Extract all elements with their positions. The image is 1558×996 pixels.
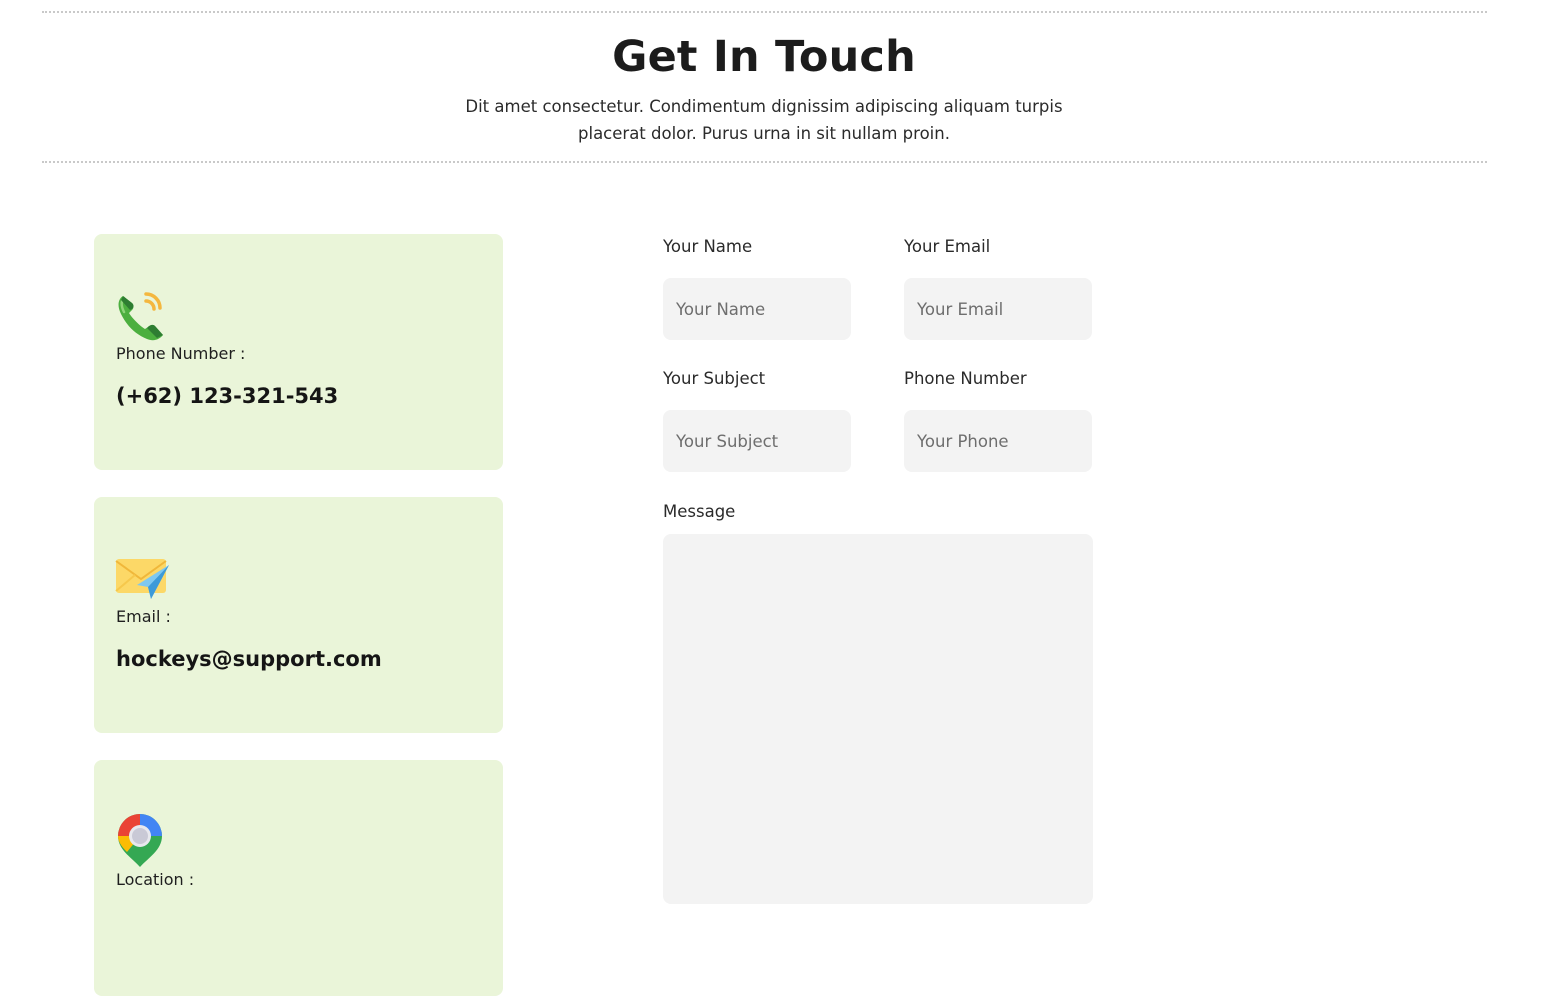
subject-input[interactable]	[663, 410, 851, 472]
name-input[interactable]	[663, 278, 851, 340]
email-address: hockeys@support.com	[116, 647, 382, 671]
email-label: Email :	[116, 607, 171, 626]
phone-label: Phone Number :	[116, 344, 246, 363]
top-divider	[42, 11, 1487, 13]
contact-card-location: Location :	[94, 760, 503, 996]
phone-input[interactable]	[904, 410, 1092, 472]
contact-card-email: Email : hockeys@support.com	[94, 497, 503, 733]
contact-card-phone: Phone Number : (+62) 123-321-543	[94, 234, 503, 470]
message-label: Message	[663, 502, 736, 521]
message-textarea[interactable]	[663, 534, 1093, 904]
phone-field-label: Phone Number	[904, 369, 1027, 388]
phone-icon	[115, 288, 169, 342]
email-icon	[115, 555, 169, 609]
page-title: Get In Touch	[612, 32, 916, 82]
email-field-label: Your Email	[904, 237, 991, 256]
name-label: Your Name	[663, 237, 753, 256]
location-pin-icon	[115, 812, 169, 867]
page-subtitle: Dit amet consectetur. Condimentum dignis…	[465, 97, 1063, 143]
email-input[interactable]	[904, 278, 1092, 340]
subject-label: Your Subject	[663, 369, 766, 388]
phone-number: (+62) 123-321-543	[116, 384, 339, 408]
header-divider	[42, 161, 1487, 163]
